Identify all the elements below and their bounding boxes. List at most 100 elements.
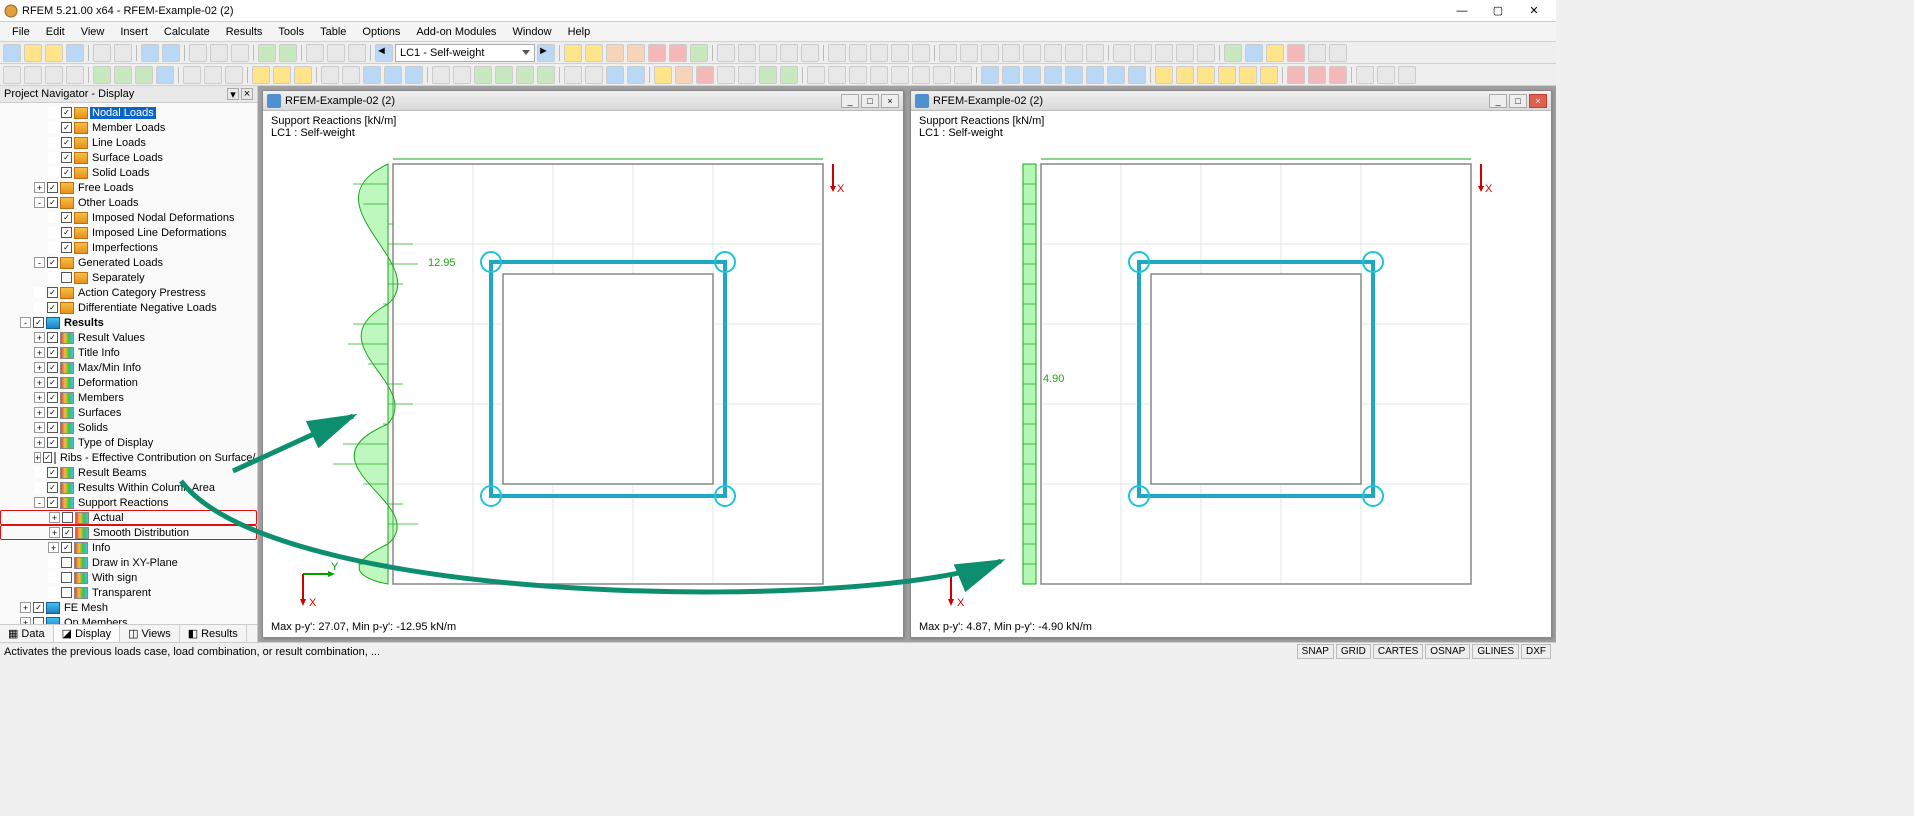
tree-node[interactable]: +✓Smooth Distribution	[0, 525, 257, 540]
tool2-i5[interactable]	[1065, 66, 1083, 84]
tree-node[interactable]: +On Members	[0, 615, 257, 624]
expand-icon[interactable]: +	[34, 332, 45, 343]
tree-node[interactable]: +✓Surfaces	[0, 405, 257, 420]
status-glines[interactable]: GLINES	[1472, 644, 1519, 659]
nav-tab-data[interactable]: ▦Data	[0, 625, 54, 642]
tool-panel[interactable]	[348, 44, 366, 62]
tool2-h6[interactable]	[912, 66, 930, 84]
tree-checkbox[interactable]: ✓	[61, 137, 72, 148]
minimize-button[interactable]: —	[1444, 2, 1480, 20]
tool2-d1[interactable]	[321, 66, 339, 84]
tool-addon-4[interactable]	[1287, 44, 1305, 62]
tree-node[interactable]: ✓Action Category Prestress	[0, 285, 257, 300]
tool2-i7[interactable]	[1107, 66, 1125, 84]
status-snap[interactable]: SNAP	[1297, 644, 1334, 659]
tool2-j3[interactable]	[1197, 66, 1215, 84]
menu-options[interactable]: Options	[354, 24, 408, 40]
tree-checkbox[interactable]: ✓	[62, 527, 73, 538]
tree-checkbox[interactable]: ✓	[47, 182, 58, 193]
view1-close-button[interactable]: ×	[881, 94, 899, 108]
tree-node[interactable]: ✓Imposed Line Deformations	[0, 225, 257, 240]
tool-tables[interactable]	[306, 44, 324, 62]
tree-node[interactable]: ✓Surface Loads	[0, 150, 257, 165]
tool2-e4[interactable]	[495, 66, 513, 84]
tool-result-3[interactable]	[606, 44, 624, 62]
tree-node[interactable]: Draw in XY-Plane	[0, 555, 257, 570]
tree-node[interactable]: ✓Solid Loads	[0, 165, 257, 180]
tool-load-4[interactable]	[1176, 44, 1194, 62]
tool-undo[interactable]	[141, 44, 159, 62]
tool2-f4[interactable]	[627, 66, 645, 84]
expand-icon[interactable]: +	[20, 602, 31, 613]
tree-node[interactable]: +✓Info	[0, 540, 257, 555]
prev-loadcase-button[interactable]: ◄	[375, 44, 393, 62]
tree-node[interactable]: -✓Other Loads	[0, 195, 257, 210]
tool-result-5[interactable]	[648, 44, 666, 62]
tool-copy[interactable]	[210, 44, 228, 62]
tool-cut[interactable]	[189, 44, 207, 62]
tool-misc-a4[interactable]	[780, 44, 798, 62]
expand-icon[interactable]: +	[20, 617, 31, 624]
tool-result-7[interactable]	[690, 44, 708, 62]
tree-checkbox[interactable]: ✓	[47, 392, 58, 403]
tree-node[interactable]: +✓Title Info	[0, 345, 257, 360]
menu-insert[interactable]: Insert	[112, 24, 156, 40]
tree-node[interactable]: +✓Free Loads	[0, 180, 257, 195]
tree-checkbox[interactable]: ✓	[61, 167, 72, 178]
expand-icon[interactable]: +	[34, 452, 41, 463]
tool2-g4[interactable]	[717, 66, 735, 84]
tool-addon-1[interactable]	[1224, 44, 1242, 62]
tool-addon-5[interactable]	[1308, 44, 1326, 62]
tool2-move[interactable]	[24, 66, 42, 84]
tree-node[interactable]: +✓FE Mesh	[0, 600, 257, 615]
tool2-i4[interactable]	[1044, 66, 1062, 84]
tool-geom-2[interactable]	[960, 44, 978, 62]
tool2-f2[interactable]	[585, 66, 603, 84]
tool2-i1[interactable]	[981, 66, 999, 84]
tree-checkbox[interactable]: ✓	[43, 452, 52, 463]
view2-canvas[interactable]: Support Reactions [kN/m] LC1 : Self-weig…	[911, 111, 1551, 637]
expand-icon[interactable]: +	[49, 527, 60, 538]
expand-icon[interactable]: +	[34, 182, 45, 193]
tool2-e6[interactable]	[537, 66, 555, 84]
tree-checkbox[interactable]	[62, 512, 73, 523]
view1-maximize-button[interactable]: □	[861, 94, 879, 108]
collapse-icon[interactable]: -	[20, 317, 31, 328]
tree-checkbox[interactable]: ✓	[47, 332, 58, 343]
tool-load-5[interactable]	[1197, 44, 1215, 62]
tool-misc-b5[interactable]	[912, 44, 930, 62]
menu-table[interactable]: Table	[312, 24, 354, 40]
menu-edit[interactable]: Edit	[38, 24, 73, 40]
tree-checkbox[interactable]: ✓	[47, 287, 58, 298]
tree-node[interactable]: ✓Results Within Column Area	[0, 480, 257, 495]
tool2-d3[interactable]	[363, 66, 381, 84]
collapse-icon[interactable]: -	[34, 497, 45, 508]
expand-icon[interactable]: +	[34, 347, 45, 358]
tool2-e3[interactable]	[474, 66, 492, 84]
tool-geom-5[interactable]	[1023, 44, 1041, 62]
tool2-c1[interactable]	[252, 66, 270, 84]
tool2-h4[interactable]	[870, 66, 888, 84]
tree-checkbox[interactable]: ✓	[47, 347, 58, 358]
tool-print[interactable]	[93, 44, 111, 62]
tool-open[interactable]	[24, 44, 42, 62]
maximize-button[interactable]: ▢	[1480, 2, 1516, 20]
tool2-k2[interactable]	[1308, 66, 1326, 84]
tool-geom-3[interactable]	[981, 44, 999, 62]
tree-node[interactable]: -✓Generated Loads	[0, 255, 257, 270]
view1-canvas[interactable]: Support Reactions [kN/m] LC1 : Self-weig…	[263, 111, 903, 637]
tool-misc-b1[interactable]	[828, 44, 846, 62]
tool-misc-a1[interactable]	[717, 44, 735, 62]
tool2-zoom[interactable]	[66, 66, 84, 84]
tool2-h8[interactable]	[954, 66, 972, 84]
tree-checkbox[interactable]	[33, 617, 44, 624]
loadcase-combo[interactable]: LC1 - Self-weight	[395, 44, 535, 62]
tool-result-6[interactable]	[669, 44, 687, 62]
tool-misc-a2[interactable]	[738, 44, 756, 62]
view1-minimize-button[interactable]: _	[841, 94, 859, 108]
navigator-dropdown-button[interactable]: ▾	[227, 88, 239, 100]
tool-nav[interactable]	[327, 44, 345, 62]
tool2-g3[interactable]	[696, 66, 714, 84]
menu-results[interactable]: Results	[218, 24, 271, 40]
tool-geom-7[interactable]	[1065, 44, 1083, 62]
